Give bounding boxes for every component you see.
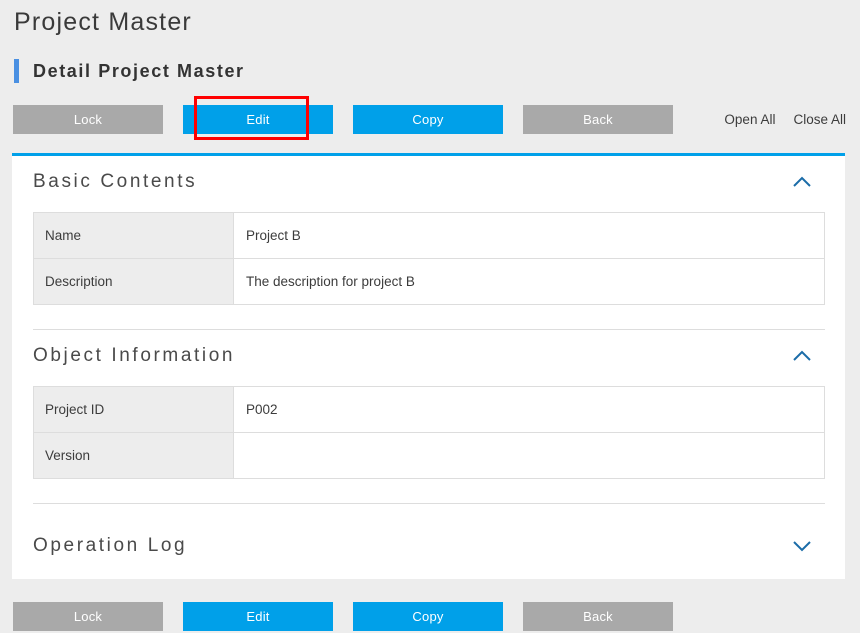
table-row: Version [33,432,825,479]
lock-button[interactable]: Lock [13,105,163,134]
basic-contents-table: Name Project B Description The descripti… [33,212,825,305]
open-all-link[interactable]: Open All [724,112,775,127]
row-label: Name [33,212,234,259]
back-button-footer[interactable]: Back [523,602,673,631]
chevron-up-icon[interactable] [791,175,813,189]
row-value: P002 [233,386,825,433]
row-label: Description [33,258,234,305]
detail-header: Detail Project Master [14,58,245,84]
section-header-object-information[interactable]: Object Information [12,330,845,382]
chevron-down-icon[interactable] [791,539,813,553]
page-title: Project Master [14,8,192,36]
row-value: The description for project B [233,258,825,305]
chevron-up-icon[interactable] [791,349,813,363]
detail-header-title: Detail Project Master [33,60,245,81]
section-header-basic-contents[interactable]: Basic Contents [12,156,845,208]
table-row: Name Project B [33,212,825,259]
edit-button-footer[interactable]: Edit [183,602,333,631]
section-header-operation-log[interactable]: Operation Log [12,520,845,572]
accent-bar [14,59,19,83]
section-title-object-information: Object Information [33,345,236,366]
back-button[interactable]: Back [523,105,673,134]
object-information-table: Project ID P002 Version [33,386,825,479]
section-title-operation-log: Operation Log [33,535,188,556]
section-basic-contents: Basic Contents Name Project B Descriptio… [12,156,845,305]
lock-button-footer[interactable]: Lock [13,602,163,631]
close-all-link[interactable]: Close All [793,112,846,127]
copy-button-footer[interactable]: Copy [353,602,503,631]
edit-button[interactable]: Edit [183,105,333,134]
row-value: Project B [233,212,825,259]
table-row: Description The description for project … [33,258,825,305]
section-title-basic-contents: Basic Contents [33,171,198,192]
row-value [233,432,825,479]
row-label: Project ID [33,386,234,433]
expand-collapse-links: Open All Close All [724,112,846,127]
detail-card: Basic Contents Name Project B Descriptio… [12,153,845,579]
copy-button[interactable]: Copy [353,105,503,134]
section-operation-log: Operation Log [12,504,845,572]
row-label: Version [33,432,234,479]
table-row: Project ID P002 [33,386,825,433]
section-object-information: Object Information Project ID P002 Versi… [12,330,845,479]
footer-button-row: Lock Edit Copy Back [13,602,849,631]
